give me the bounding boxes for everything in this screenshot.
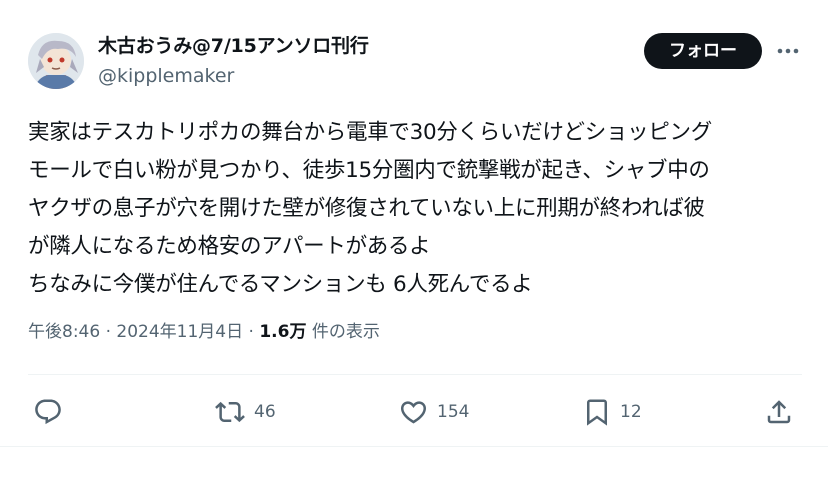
tweet-text-line: ちなみに今僕が住んでるマンションも 6人死んでるよ xyxy=(28,272,533,297)
like-button[interactable]: 154 xyxy=(398,390,469,434)
anime-avatar-icon xyxy=(28,33,84,89)
view-count-label: 件の表示 xyxy=(311,322,380,342)
divider xyxy=(28,374,802,375)
tweet-text-line: ヤクザの息子が穴を開けた壁が修復されていない上に刑期が終われば彼 xyxy=(28,196,705,221)
share-icon xyxy=(767,400,791,424)
tweet-metadata: 午後8:46 · 2024年11月4日 · 1.6万 件の表示 xyxy=(28,320,380,344)
follow-button[interactable]: フォロー xyxy=(644,33,762,69)
view-count[interactable]: 1.6万 xyxy=(259,322,306,342)
more-dots-icon xyxy=(777,48,799,54)
like-count: 154 xyxy=(437,402,470,422)
retweet-count: 46 xyxy=(254,402,276,422)
tweet-time[interactable]: 午後8:46 xyxy=(28,322,100,342)
divider xyxy=(0,446,828,447)
share-button[interactable] xyxy=(764,390,794,434)
tweet-body: 実家はテスカトリポカの舞台から電車で30分くらいだけどショッピング モールで白い… xyxy=(28,114,808,304)
retweet-icon xyxy=(215,401,245,423)
bookmark-button[interactable]: 12 xyxy=(582,390,642,434)
action-bar: 46 154 12 xyxy=(0,390,828,434)
reply-icon xyxy=(35,399,61,425)
more-options-button[interactable] xyxy=(772,37,804,65)
tweet-text-line: モールで白い粉が見つかり、徒歩15分圏内で銃撃戦が起き、シャブ中の xyxy=(28,158,710,183)
tweet-text-line: が隣人になるため格安のアパートがあるよ xyxy=(28,234,431,259)
retweet-button[interactable]: 46 xyxy=(214,390,276,434)
reply-button[interactable] xyxy=(33,390,63,434)
author-handle[interactable]: @kipplemaker xyxy=(98,64,234,88)
meta-separator: · xyxy=(105,322,111,342)
bookmark-icon xyxy=(587,399,607,426)
tweet-date[interactable]: 2024年11月4日 xyxy=(116,322,243,342)
bookmark-count: 12 xyxy=(620,402,642,422)
tweet-text-line: 実家はテスカトリポカの舞台から電車で30分くらいだけどショッピング xyxy=(28,120,712,145)
heart-icon xyxy=(400,401,427,424)
meta-separator: · xyxy=(248,322,254,342)
tweet-card: 木古おうみ@7/15アンソロ刊行 @kipplemaker フォロー 実家はテス… xyxy=(0,0,828,504)
avatar[interactable] xyxy=(28,33,84,89)
author-display-name[interactable]: 木古おうみ@7/15アンソロ刊行 xyxy=(98,34,369,58)
